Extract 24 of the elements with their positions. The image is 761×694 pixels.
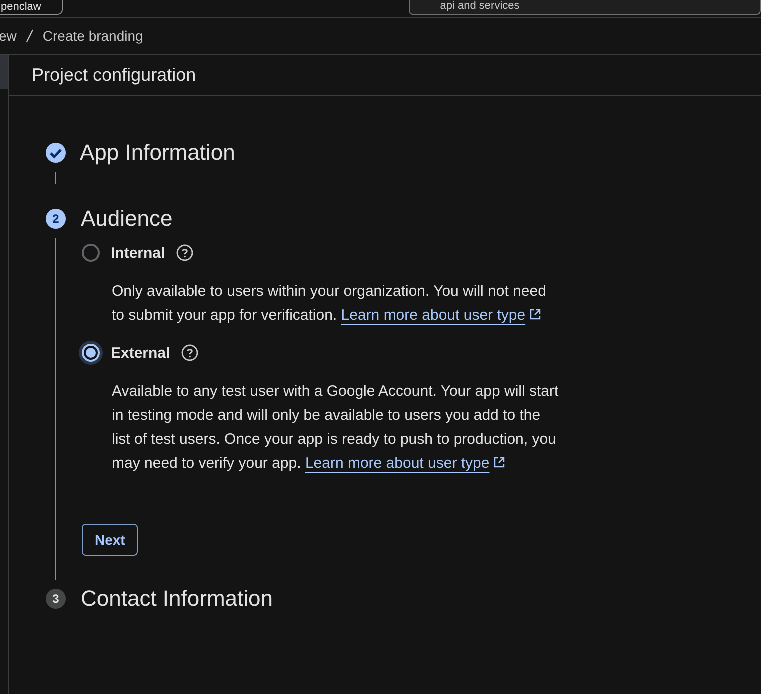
option-label: External <box>111 344 170 362</box>
project-button[interactable]: penclaw <box>0 0 64 15</box>
step-number: 3 <box>46 589 66 609</box>
breadcrumb-link[interactable]: Create branding <box>42 28 144 44</box>
radio-button[interactable] <box>82 344 100 362</box>
search-field[interactable]: api and services <box>409 0 761 15</box>
step-title[interactable]: App Information <box>80 140 236 166</box>
external-link-icon <box>492 456 506 469</box>
page-title: Project configuration <box>32 64 196 86</box>
external-link-icon <box>528 308 542 321</box>
learn-more-link[interactable]: Learn more about user type <box>305 455 490 472</box>
help-icon[interactable] <box>181 344 200 362</box>
option-description: Available to any test user with a Google Account. Your app will start in testing mode and will only be available to users you add to the list of test users. Once your app is ready to push to production, you may need to verify your app. Learn more about user type <box>112 382 560 474</box>
step-number: 2 <box>46 209 66 229</box>
step-title[interactable]: Contact Information <box>81 586 273 612</box>
learn-more-link[interactable]: Learn more about user type <box>341 307 526 324</box>
radio-button[interactable] <box>82 244 100 262</box>
breadcrumb-separator-icon <box>26 29 34 43</box>
next-button[interactable]: Next <box>82 524 138 556</box>
step-title[interactable]: Audience <box>81 206 173 232</box>
check-circle-icon <box>45 142 67 164</box>
help-icon[interactable] <box>176 244 194 262</box>
option-description: Only available to users within your organization. You will not need to submit your app for verification. Learn more about user type <box>112 282 548 326</box>
option-label: Internal <box>111 244 166 262</box>
